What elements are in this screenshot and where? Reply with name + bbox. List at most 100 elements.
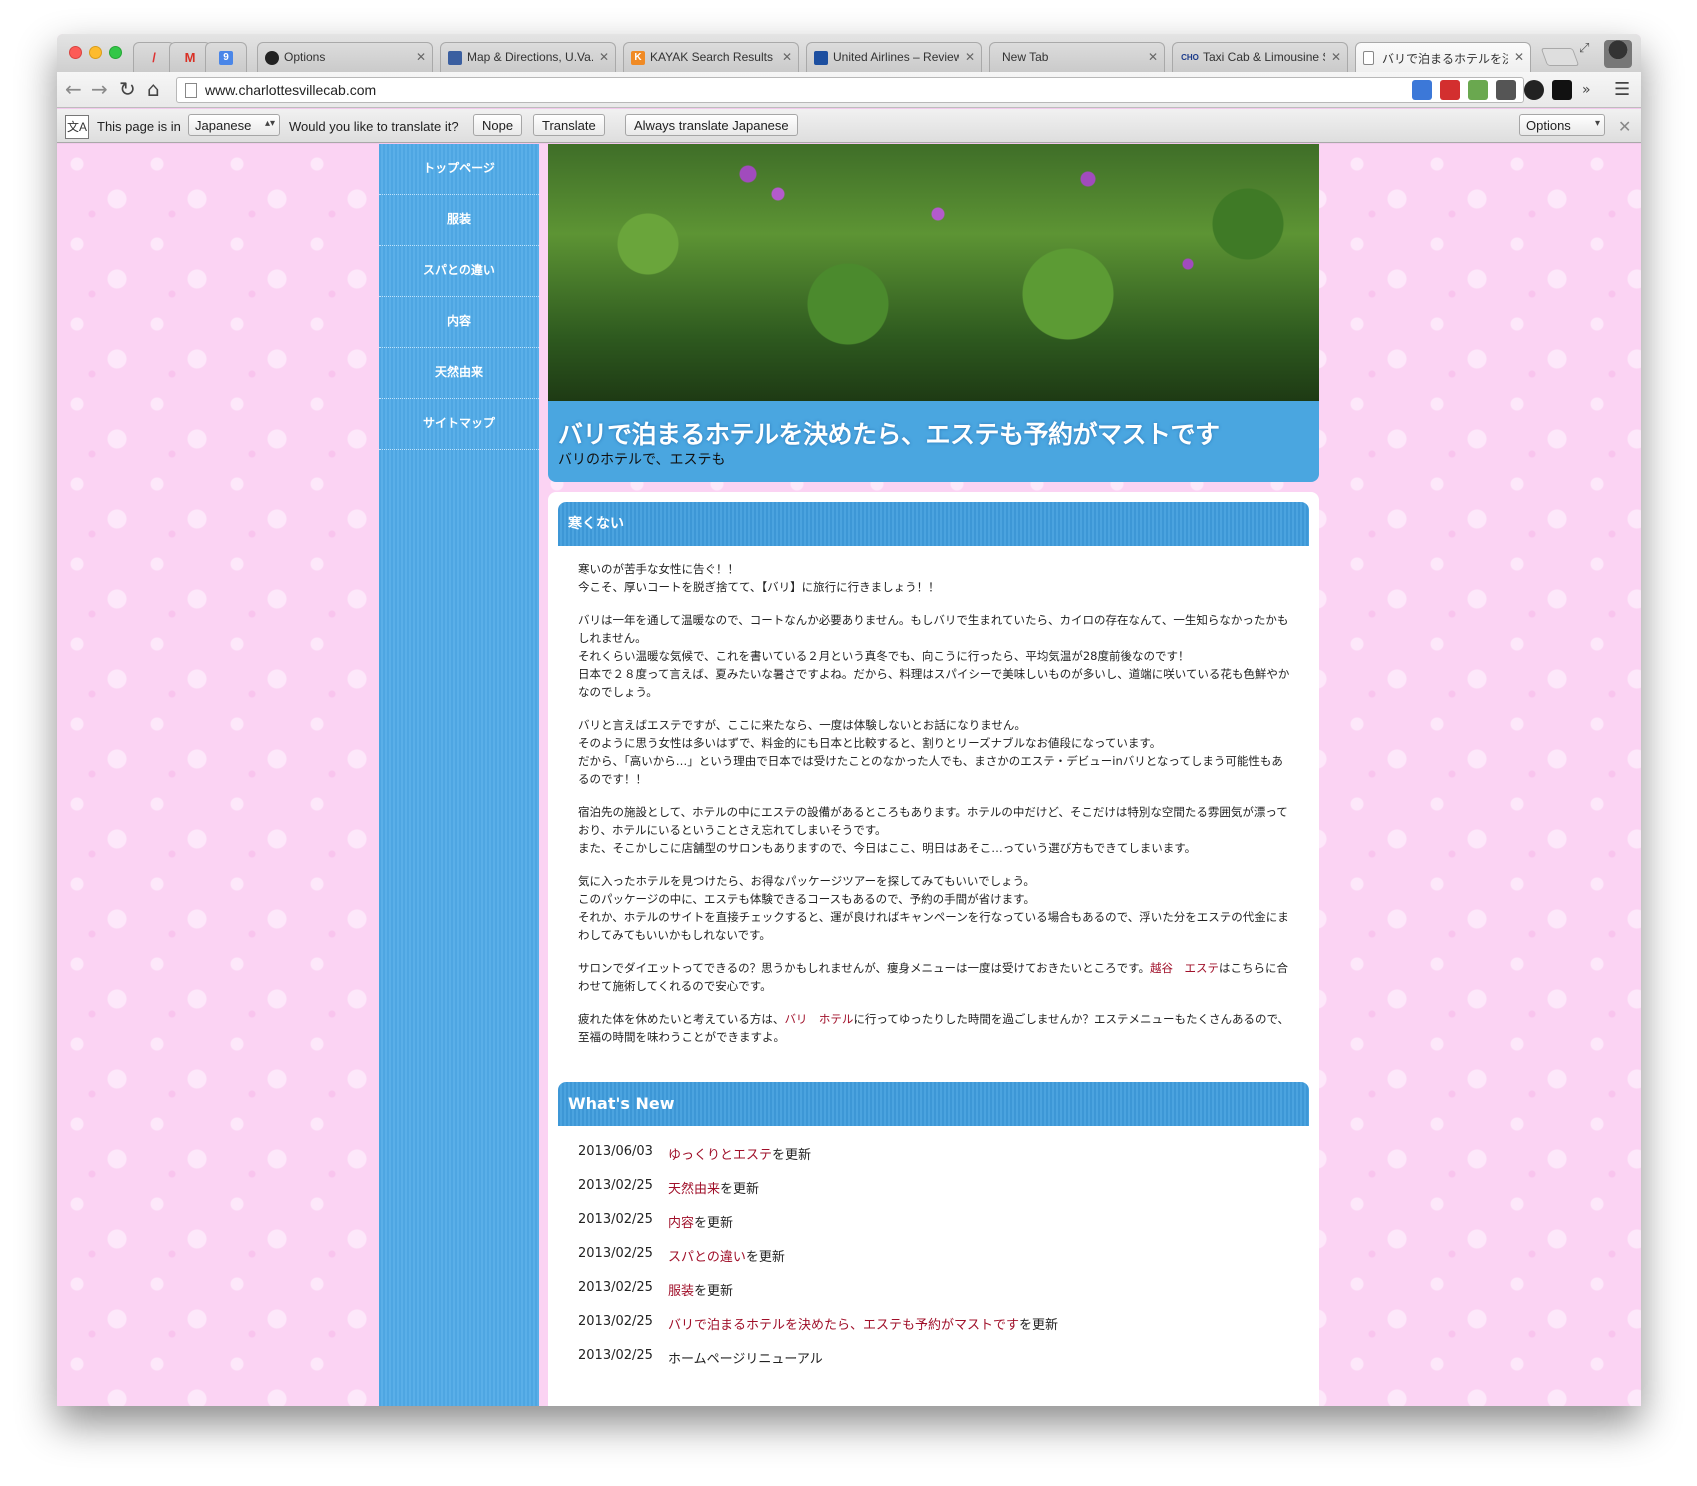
github-icon xyxy=(265,51,279,65)
close-icon[interactable]: ✕ xyxy=(1148,50,1158,64)
hero-banner: バリで泊まるホテルを決めたら、エステも予約がマストです バリのホテルで、エステも xyxy=(548,144,1319,482)
kayak-icon: K xyxy=(631,51,645,65)
list-item: 2013/02/25 バリで泊まるホテルを決めたら、エステも予約がマストですを更… xyxy=(578,1314,1290,1348)
minimize-window-button[interactable] xyxy=(89,46,102,59)
text-line: 気に入ったホテルを見つけたら、お得なパッケージツアーを探してみてもいいでしょう。 xyxy=(578,874,1035,888)
text-line: それくらい温暖な気候で、これを書いている２月という真冬でも、向こうに行ったら、平… xyxy=(578,649,1190,663)
pencil-icon: / xyxy=(152,50,156,65)
translate-button[interactable]: Translate xyxy=(533,114,605,136)
language-select[interactable]: Japanese ▴▾ xyxy=(188,114,280,136)
tab-options[interactable]: Options ✕ xyxy=(257,42,433,72)
translate-infobar: 文A This page is in Japanese ▴▾ Would you… xyxy=(57,109,1641,143)
tab-active-page[interactable]: バリで泊まるホテルを決め ✕ xyxy=(1355,42,1531,72)
news-link[interactable]: ゆっくりとエステ xyxy=(668,1148,772,1163)
text-line: 宿泊先の施設として、ホテルの中にエステの設備があるところもあります。ホテルの中だ… xyxy=(578,805,1288,837)
nav-item-sitemap[interactable]: サイトマップ xyxy=(379,399,539,450)
home-icon[interactable]: ⌂ xyxy=(147,78,160,100)
always-translate-button[interactable]: Always translate Japanese xyxy=(625,114,798,136)
translate-options-select[interactable]: Options ▾ xyxy=(1519,114,1605,136)
extension-translate-icon[interactable] xyxy=(1412,80,1432,100)
extension-green-icon[interactable] xyxy=(1468,80,1488,100)
close-window-button[interactable] xyxy=(69,46,82,59)
paragraph: 疲れた体を休めたいと考えている方は、バリ ホテルに行ってゆったりした時間を過ごし… xyxy=(578,1010,1290,1046)
sidebar-nav: トップページ 服装 スパとの違い 内容 天然由来 サイトマップ xyxy=(379,144,539,1406)
article-body: 寒いのが苦手な女性に告ぐ！！ 今こそ、厚いコートを脱ぎ捨てて、【バリ】に旅行に行… xyxy=(578,560,1290,1061)
nav-item-top[interactable]: トップページ xyxy=(379,144,539,195)
browser-toolbar: ← → ↻ ⌂ www.charlottesvillecab.com ☆ » ☰ xyxy=(57,72,1641,108)
news-date: 2013/02/25 xyxy=(578,1246,653,1261)
tab-new[interactable]: New Tab ✕ xyxy=(989,42,1165,72)
news-link[interactable]: スパとの違い xyxy=(668,1250,746,1265)
profile-avatar-icon[interactable] xyxy=(1604,40,1632,68)
nav-item-natural[interactable]: 天然由来 xyxy=(379,348,539,399)
tab-strip: / M 9 Options ✕ Map & Directions, U.Va. … xyxy=(57,34,1641,72)
united-icon xyxy=(814,51,828,65)
tab-taxi[interactable]: CHO Taxi Cab & Limousine Se ✕ xyxy=(1172,42,1348,72)
news-link[interactable]: 天然由来 xyxy=(668,1182,720,1197)
extension-evernote-icon[interactable] xyxy=(1496,80,1516,100)
paragraph: バリと言えばエステですが、ここに来たなら、一度は体験しないとお話になりません。 … xyxy=(578,716,1290,788)
list-item: 2013/02/25 スパとの違いを更新 xyxy=(578,1246,1290,1280)
paragraph: サロンでダイエットってできるの？思うかもしれませんが、痩身メニューは一度は受けて… xyxy=(578,959,1290,995)
text-line: そのように思う女性は多いはずで、料金的にも日本と比較すると、割りとリーズナブルな… xyxy=(578,736,1162,750)
nav-item-contents[interactable]: 内容 xyxy=(379,297,539,348)
close-icon[interactable]: ✕ xyxy=(416,50,426,64)
reload-icon[interactable]: ↻ xyxy=(119,78,136,100)
dropdown-arrow-icon: ▾ xyxy=(1594,118,1600,129)
bali-hotel-link[interactable]: バリ ホテル xyxy=(784,1012,853,1026)
text-line: 寒いのが苦手な女性に告ぐ！！ xyxy=(578,562,739,576)
news-link[interactable]: 服装 xyxy=(668,1284,694,1299)
koshigaya-esthe-link[interactable]: 越谷 エステ xyxy=(1150,961,1219,975)
close-icon[interactable]: ✕ xyxy=(1331,50,1341,64)
whats-new-heading: What's New xyxy=(558,1082,1309,1126)
page-viewport: トップページ 服装 スパとの違い 内容 天然由来 サイトマップ バリで泊まるホテ… xyxy=(57,144,1641,1406)
extension-circle-icon[interactable] xyxy=(1524,80,1544,100)
news-suffix: を更新 xyxy=(1019,1318,1059,1333)
news-suffix: を更新 xyxy=(694,1216,734,1231)
extension-red-icon[interactable] xyxy=(1440,80,1460,100)
tab-map[interactable]: Map & Directions, U.Va. ✕ xyxy=(440,42,616,72)
translate-prompt-label: This page is in xyxy=(97,119,181,134)
tab-title: Options xyxy=(284,50,326,64)
news-link[interactable]: 内容 xyxy=(668,1216,694,1231)
tab-title: バリで泊まるホテルを決め xyxy=(1382,52,1508,66)
forward-arrow-icon[interactable]: → xyxy=(91,78,108,100)
news-link[interactable]: バリで泊まるホテルを決めたら、エステも予約がマストです xyxy=(668,1318,1019,1333)
uva-icon xyxy=(448,51,462,65)
close-icon[interactable]: ✕ xyxy=(599,50,609,64)
gmail-icon: M xyxy=(184,50,196,65)
text-line: サロンでダイエットってできるの？思うかもしれませんが、痩身メニューは一度は受けて… xyxy=(578,961,1151,975)
zoom-window-button[interactable] xyxy=(109,46,122,59)
tab-united[interactable]: United Airlines – Review ✕ xyxy=(806,42,982,72)
site-title: バリで泊まるホテルを決めたら、エステも予約がマストです xyxy=(558,420,1220,449)
hamburger-menu-icon[interactable]: ☰ xyxy=(1614,79,1630,100)
close-icon[interactable]: ✕ xyxy=(1514,50,1524,64)
new-tab-button[interactable] xyxy=(1540,48,1580,66)
select-arrows-icon: ▴▾ xyxy=(264,118,275,129)
extension-m-icon[interactable] xyxy=(1552,80,1572,100)
tab-kayak[interactable]: K KAYAK Search Results ✕ xyxy=(623,42,799,72)
fullscreen-icon[interactable]: ⤢ xyxy=(1579,41,1589,56)
page-icon xyxy=(1363,51,1374,65)
tab-title: New Tab xyxy=(1002,50,1049,64)
tab-title: KAYAK Search Results xyxy=(650,50,773,64)
list-item: 2013/02/25 内容を更新 xyxy=(578,1212,1290,1246)
tab-pinned-3[interactable]: 9 xyxy=(205,42,247,72)
section-heading: 寒くない xyxy=(558,502,1309,546)
cab-icon: CHO xyxy=(1181,53,1199,62)
nope-button[interactable]: Nope xyxy=(473,114,523,136)
calendar-icon: 9 xyxy=(219,51,233,65)
language-value: Japanese xyxy=(195,118,252,133)
news-date: 2013/02/25 xyxy=(578,1348,653,1363)
close-icon[interactable]: ✕ xyxy=(965,50,975,64)
page-icon xyxy=(185,83,197,98)
translate-icon: 文A xyxy=(65,115,89,139)
news-suffix: を更新 xyxy=(772,1148,812,1163)
nav-item-spa-difference[interactable]: スパとの違い xyxy=(379,246,539,297)
close-infobar-icon[interactable]: ✕ xyxy=(1618,117,1631,137)
address-bar[interactable]: www.charlottesvillecab.com ☆ xyxy=(176,77,1524,103)
close-icon[interactable]: ✕ xyxy=(782,50,792,64)
back-arrow-icon[interactable]: ← xyxy=(65,78,82,100)
nav-item-clothing[interactable]: 服装 xyxy=(379,195,539,246)
overflow-chevron-icon[interactable]: » xyxy=(1582,79,1591,101)
